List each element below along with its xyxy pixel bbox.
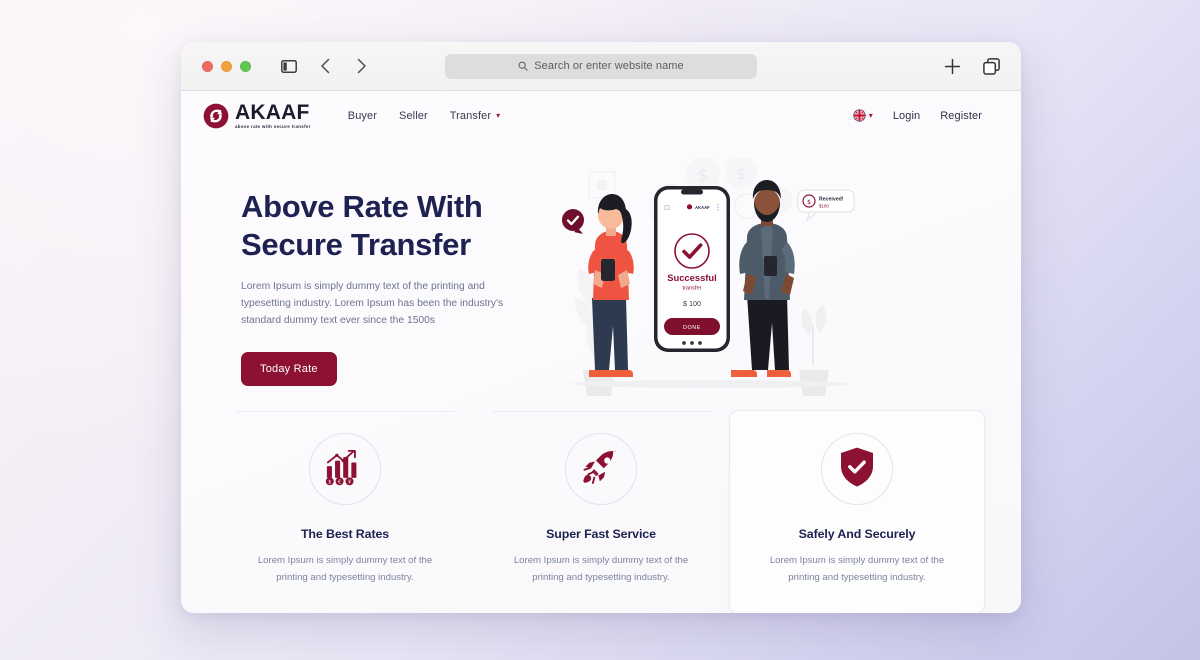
svg-text:transfer: transfer bbox=[683, 286, 702, 292]
hero-copy: Above Rate With Secure Transfer Lorem Ip… bbox=[241, 166, 561, 398]
nav-links: Buyer Seller Transfer ▾ bbox=[348, 110, 500, 122]
search-icon bbox=[518, 61, 528, 71]
uk-flag-icon bbox=[853, 109, 866, 122]
maximize-window-button[interactable] bbox=[240, 60, 251, 72]
man-with-phone-figure: $ Received! $100 bbox=[731, 180, 855, 377]
chevron-down-icon: ▾ bbox=[868, 110, 873, 120]
transfer-illustration: $ $ $ $ bbox=[562, 158, 855, 396]
nav-link-label: Seller bbox=[399, 109, 428, 122]
chevron-down-icon: ▾ bbox=[496, 110, 501, 120]
phone-mockup: AKAAF Successful transfer $ 100 DONE bbox=[654, 186, 730, 352]
window-traffic-lights bbox=[202, 60, 251, 72]
brand-tagline: above rate with secure transfer bbox=[235, 123, 311, 129]
hero-title-line-1: Above Rate With bbox=[241, 189, 483, 224]
register-link[interactable]: Register bbox=[940, 110, 982, 122]
hero-title: Above Rate With Secure Transfer bbox=[241, 188, 561, 264]
browser-nav-controls bbox=[278, 55, 372, 77]
nav-link-seller[interactable]: Seller bbox=[399, 110, 428, 122]
svg-text:DONE: DONE bbox=[683, 325, 701, 331]
svg-text:€: € bbox=[338, 479, 341, 485]
browser-right-controls bbox=[941, 55, 1003, 77]
woman-with-phone-figure bbox=[562, 194, 634, 377]
feature-card-best-rates[interactable]: $ € ¥ The Best Rates Lorem Ipsum is simp… bbox=[217, 410, 473, 613]
brand-text: AKAAF above rate with secure transfer bbox=[235, 102, 311, 129]
hero-illustration: $ $ $ $ bbox=[561, 158, 985, 398]
bar-chart-currency-icon: $ € ¥ bbox=[325, 448, 365, 491]
sidebar-toggle-icon[interactable] bbox=[278, 55, 300, 77]
site-navbar: AKAAF above rate with secure transfer Bu… bbox=[181, 91, 1021, 140]
feature-icon-ring bbox=[565, 433, 637, 505]
svg-text:¥: ¥ bbox=[348, 479, 351, 485]
feature-icon-ring: $ € ¥ bbox=[309, 433, 381, 505]
svg-text:$: $ bbox=[698, 166, 709, 186]
login-link[interactable]: Login bbox=[893, 110, 920, 122]
today-rate-button[interactable]: Today Rate bbox=[241, 351, 337, 386]
close-window-button[interactable] bbox=[202, 60, 213, 72]
feature-icon-ring bbox=[821, 433, 893, 505]
card-top-divider bbox=[236, 411, 454, 412]
feature-description: Lorem Ipsum is simply dummy text of the … bbox=[769, 555, 945, 584]
feature-title: Super Fast Service bbox=[546, 527, 656, 541]
feature-description: Lorem Ipsum is simply dummy text of the … bbox=[513, 555, 689, 584]
brand-logo[interactable]: AKAAF above rate with secure transfer bbox=[203, 102, 311, 129]
svg-text:$: $ bbox=[328, 479, 331, 485]
feature-description: Lorem Ipsum is simply dummy text of the … bbox=[257, 555, 433, 584]
feature-card-safely-securely[interactable]: Safely And Securely Lorem Ipsum is simpl… bbox=[729, 410, 985, 613]
svg-text:$: $ bbox=[736, 164, 746, 183]
browser-window: Search or enter website name AKAAF above… bbox=[181, 42, 1021, 613]
feature-title: The Best Rates bbox=[300, 527, 390, 541]
minimize-window-button[interactable] bbox=[221, 60, 232, 72]
svg-text:AKAAF: AKAAF bbox=[695, 205, 710, 210]
feature-title: Safely And Securely bbox=[798, 527, 916, 541]
feature-card-fast-service[interactable]: Super Fast Service Lorem Ipsum is simply… bbox=[473, 410, 729, 613]
nav-link-label: Transfer bbox=[449, 109, 492, 122]
shield-check-icon bbox=[839, 446, 875, 493]
page-viewport: AKAAF above rate with secure transfer Bu… bbox=[181, 91, 1021, 613]
rocket-icon bbox=[582, 448, 620, 491]
browser-back-button[interactable] bbox=[314, 55, 336, 77]
svg-text:Received!: Received! bbox=[819, 197, 844, 203]
svg-text:$: $ bbox=[807, 199, 811, 206]
new-tab-icon[interactable] bbox=[941, 55, 963, 77]
hero-title-line-2: Secure Transfer bbox=[241, 226, 471, 262]
hero-subtitle: Lorem Ipsum is simply dummy text of the … bbox=[241, 280, 504, 327]
features-section: $ € ¥ The Best Rates Lorem Ipsum is simp… bbox=[181, 398, 1021, 613]
tab-stack-icon[interactable] bbox=[981, 55, 1003, 77]
nav-link-label: Buyer bbox=[347, 109, 378, 122]
brand-name: AKAAF bbox=[235, 100, 310, 124]
card-top-divider bbox=[492, 411, 710, 412]
address-bar[interactable]: Search or enter website name bbox=[445, 53, 757, 79]
nav-link-buyer[interactable]: Buyer bbox=[348, 110, 377, 122]
address-bar-placeholder: Search or enter website name bbox=[534, 60, 684, 72]
browser-forward-button[interactable] bbox=[350, 55, 372, 77]
browser-toolbar: Search or enter website name bbox=[181, 42, 1021, 91]
svg-text:$ 100: $ 100 bbox=[683, 299, 701, 308]
hero-section: Above Rate With Secure Transfer Lorem Ip… bbox=[181, 140, 1021, 398]
akaaf-swirl-logo-icon bbox=[203, 103, 229, 129]
language-selector[interactable]: ▾ bbox=[853, 109, 873, 122]
nav-link-transfer[interactable]: Transfer ▾ bbox=[450, 110, 500, 122]
svg-text:Successful: Successful bbox=[667, 272, 717, 283]
nav-right-actions: ▾ Login Register bbox=[853, 109, 982, 122]
svg-text:$100: $100 bbox=[819, 204, 829, 209]
